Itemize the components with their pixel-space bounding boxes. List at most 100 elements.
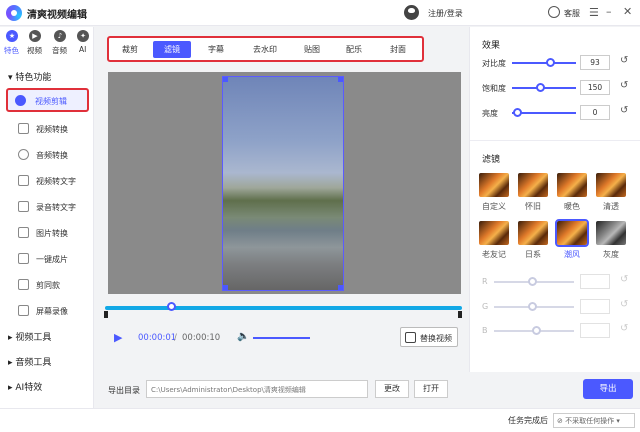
crop-handle[interactable] — [338, 77, 343, 82]
r-knob[interactable] — [528, 277, 537, 286]
g-input[interactable] — [580, 299, 610, 314]
filter-thumb-trend[interactable] — [555, 219, 589, 247]
brightness-knob[interactable] — [513, 108, 522, 117]
time-separator: / — [174, 333, 177, 343]
b-input[interactable] — [580, 323, 610, 338]
g-knob[interactable] — [528, 302, 537, 311]
music-icon[interactable]: ♪ — [54, 30, 66, 42]
timeline-playhead[interactable] — [167, 302, 176, 311]
filter-thumb-japanese[interactable] — [518, 221, 548, 245]
tab-remove-watermark[interactable]: 去水印 — [243, 41, 287, 58]
brightness-reset-icon[interactable]: ↺ — [620, 105, 628, 116]
contrast-input[interactable]: 93 — [580, 55, 610, 70]
g-label: G — [482, 302, 489, 311]
tab-music[interactable]: 配乐 — [337, 41, 371, 58]
volume-icon[interactable]: 🔈 — [237, 331, 249, 342]
brightness-input[interactable]: 0 — [580, 105, 610, 120]
sidebar-item-label: 视频转换 — [36, 125, 68, 134]
sidebar-item-video-edit[interactable]: 视频剪辑 — [6, 88, 89, 112]
nav-section-video-tools[interactable]: ▸ 视频工具 — [8, 330, 51, 343]
sidebar-item-image-convert[interactable]: 图片转换 — [18, 223, 88, 243]
mode-tab-video[interactable]: 视频 — [27, 45, 42, 56]
app-title: 清爽视频编辑 — [27, 10, 87, 21]
filter-label: 老友记 — [482, 250, 506, 259]
tab-cover[interactable]: 封面 — [381, 41, 415, 58]
g-reset-icon[interactable]: ↺ — [620, 299, 628, 310]
after-task-label: 任务完成后 — [508, 416, 548, 425]
crop-handle[interactable] — [223, 77, 228, 82]
tab-crop[interactable]: 裁剪 — [113, 41, 147, 58]
nav-section-ai-effects[interactable]: ▸ AI特效 — [8, 380, 42, 393]
export-button[interactable]: 导出 — [583, 379, 633, 399]
video-icon[interactable]: ▶ — [29, 30, 41, 42]
filter-thumb-clear[interactable] — [596, 173, 626, 197]
contrast-slider[interactable] — [512, 62, 576, 64]
filter-label: 暖色 — [564, 202, 580, 211]
open-dir-button[interactable]: 打开 — [414, 380, 448, 398]
nav-section-feature[interactable]: ▾ 特色功能 — [8, 70, 51, 83]
user-avatar-icon[interactable] — [404, 5, 419, 20]
filter-thumb-nostalgia[interactable] — [518, 173, 548, 197]
saturation-knob[interactable] — [536, 83, 545, 92]
r-label: R — [482, 277, 488, 286]
sidebar-item-label: 视频剪辑 — [35, 97, 67, 106]
change-dir-button[interactable]: 更改 — [375, 380, 409, 398]
mode-tab-feature[interactable]: 特色 — [4, 45, 19, 56]
filter-thumb-grayscale[interactable] — [596, 221, 626, 245]
b-reset-icon[interactable]: ↺ — [620, 323, 628, 334]
play-button[interactable]: ▶ — [114, 331, 122, 344]
tab-sticker[interactable]: 贴图 — [295, 41, 329, 58]
replace-video-button[interactable]: 替换视频 — [400, 327, 458, 347]
after-task-select[interactable]: ⊘ 不采取任何操作 ▾ — [553, 413, 635, 428]
video-frame[interactable] — [222, 76, 344, 291]
support-link[interactable]: 客服 — [564, 8, 580, 19]
b-knob[interactable] — [532, 326, 541, 335]
saturation-input[interactable]: 150 — [580, 80, 610, 95]
contrast-label: 对比度 — [482, 59, 506, 68]
screen-record-icon — [18, 305, 29, 316]
sidebar-item-screen-record[interactable]: 屏幕录像 — [18, 301, 88, 321]
after-task-value: 不采取任何操作 — [565, 417, 615, 425]
trim-start-handle[interactable] — [104, 311, 108, 318]
brightness-label: 亮度 — [482, 109, 498, 118]
trim-end-handle[interactable] — [458, 311, 462, 318]
sidebar-item-audio-convert[interactable]: 音频转换 — [18, 145, 88, 165]
filter-thumb-warm[interactable] — [557, 173, 587, 197]
crop-handle[interactable] — [338, 285, 343, 290]
b-label: B — [482, 326, 488, 335]
support-icon[interactable] — [548, 6, 560, 18]
sidebar-item-label: 屏幕录像 — [36, 307, 68, 316]
filter-thumb-friends[interactable] — [479, 221, 509, 245]
volume-slider[interactable] — [253, 337, 310, 339]
contrast-knob[interactable] — [546, 58, 555, 67]
r-input[interactable] — [580, 274, 610, 289]
template-icon — [18, 279, 29, 290]
r-reset-icon[interactable]: ↺ — [620, 274, 628, 285]
filter-label: 日系 — [525, 250, 541, 259]
timeline-track[interactable] — [105, 306, 462, 310]
filter-label: 自定义 — [482, 202, 506, 211]
tab-subtitle[interactable]: 字幕 — [199, 41, 233, 58]
ai-icon[interactable]: ✦ — [77, 30, 89, 42]
export-path-field[interactable]: C:\Users\Administrator\Desktop\清爽视频编辑 — [146, 380, 368, 398]
mode-tab-audio[interactable]: 音频 — [52, 45, 67, 56]
mode-tab-ai[interactable]: AI — [79, 45, 86, 54]
hamburger-icon[interactable]: ☰ — [589, 6, 599, 19]
contrast-reset-icon[interactable]: ↺ — [620, 55, 628, 66]
close-icon[interactable]: ✕ — [623, 5, 632, 18]
saturation-reset-icon[interactable]: ↺ — [620, 80, 628, 91]
total-time: 00:00:10 — [182, 333, 221, 343]
sidebar-item-video-to-text[interactable]: 视频转文字 — [18, 171, 88, 191]
minimize-icon[interactable]: – — [606, 5, 612, 18]
star-icon[interactable]: ★ — [6, 30, 18, 42]
sidebar-item-one-click[interactable]: 一键成片 — [18, 249, 88, 269]
login-link[interactable]: 注册/登录 — [428, 8, 463, 19]
sidebar-item-video-convert[interactable]: 视频转换 — [18, 119, 88, 139]
tab-filter[interactable]: 滤镜 — [153, 41, 191, 58]
crop-handle[interactable] — [223, 285, 228, 290]
sidebar-item-record-to-text[interactable]: 录音转文字 — [18, 197, 88, 217]
filter-thumb-custom[interactable] — [479, 173, 509, 197]
nav-section-audio-tools[interactable]: ▸ 音频工具 — [8, 355, 51, 368]
sidebar-item-template[interactable]: 剪同款 — [18, 275, 88, 295]
settings-panel — [469, 27, 640, 372]
